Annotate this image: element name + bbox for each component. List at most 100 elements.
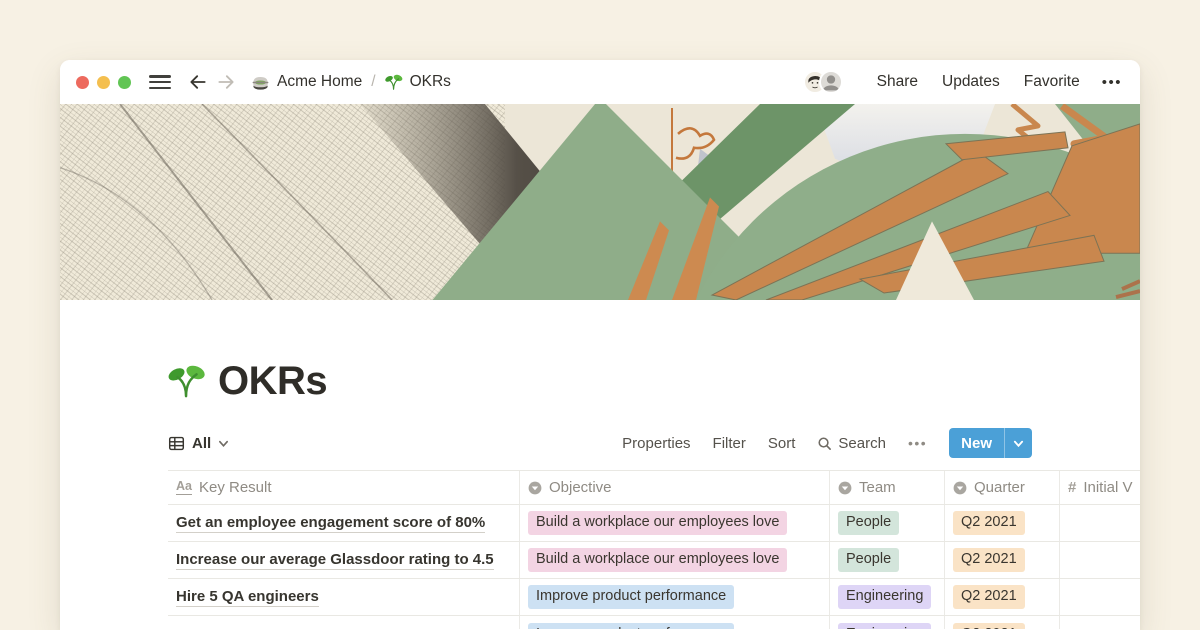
column-header-team[interactable]: Team — [830, 471, 945, 504]
page-header: OKRs — [168, 356, 1032, 406]
table-row-partial: Improve product performance Engineering … — [168, 616, 1140, 629]
chevron-down-icon — [1013, 438, 1024, 449]
cover-image — [60, 104, 1140, 300]
quarter-tag[interactable]: Q2 2021 — [953, 585, 1025, 609]
app-window: Acme Home / OKRs — [60, 60, 1140, 630]
page-content: OKRs All Properties Filter Sort — [60, 356, 1140, 629]
objective-cell[interactable]: Improve product performance — [520, 616, 830, 629]
breadcrumb: Acme Home / OKRs — [251, 73, 451, 92]
titlebar-actions: Share Updates Favorite ••• — [803, 70, 1122, 94]
column-label: Team — [859, 479, 896, 496]
search-icon — [817, 436, 832, 451]
traffic-lights — [76, 76, 131, 89]
objective-cell[interactable]: Improve product performance — [520, 579, 830, 615]
pot-of-food-icon — [251, 73, 270, 92]
team-tag[interactable]: Engineering — [838, 585, 931, 609]
objective-tag[interactable]: Improve product performance — [528, 585, 734, 609]
key-result-title[interactable]: Hire 5 QA engineers — [176, 588, 319, 607]
page-title: OKRs — [218, 359, 327, 404]
quarter-tag[interactable]: Q2 2021 — [953, 623, 1025, 629]
key-result-cell[interactable]: Increase our average Glassdoor rating to… — [168, 542, 520, 578]
properties-button[interactable]: Properties — [622, 435, 690, 452]
breadcrumb-separator: / — [369, 73, 377, 91]
view-toolbar: All Properties Filter Sort Search ••• Ne… — [168, 427, 1032, 459]
page-seedling-icon — [168, 362, 206, 400]
view-more-options-icon[interactable]: ••• — [908, 435, 927, 451]
quarter-cell[interactable]: Q2 2021 — [945, 579, 1060, 615]
sidebar-menu-icon[interactable] — [149, 75, 171, 89]
table-row: Increase our average Glassdoor rating to… — [168, 542, 1140, 579]
key-result-title[interactable]: Get an employee engagement score of 80% — [176, 514, 485, 533]
forward-arrow-icon[interactable] — [215, 71, 237, 93]
number-property-icon: # — [1068, 479, 1076, 496]
team-tag[interactable]: People — [838, 511, 899, 535]
initial-value-cell[interactable] — [1060, 505, 1140, 541]
key-result-cell[interactable]: Get an employee engagement score of 80% — [168, 505, 520, 541]
key-result-cell[interactable] — [168, 616, 520, 629]
breadcrumb-page[interactable]: OKRs — [410, 73, 451, 91]
quarter-cell[interactable]: Q2 2021 — [945, 505, 1060, 541]
quarter-tag[interactable]: Q2 2021 — [953, 548, 1025, 572]
column-label: Key Result — [199, 479, 272, 496]
column-header-quarter[interactable]: Quarter — [945, 471, 1060, 504]
team-cell[interactable]: People — [830, 542, 945, 578]
quarter-cell[interactable]: Q2 2021 — [945, 616, 1060, 629]
objective-tag[interactable]: Improve product performance — [528, 623, 734, 629]
favorite-button[interactable]: Favorite — [1012, 73, 1092, 91]
view-label: All — [192, 435, 211, 452]
title-property-icon: Aa — [176, 480, 192, 496]
breadcrumb-workspace[interactable]: Acme Home — [277, 73, 362, 91]
avatar-user-2[interactable] — [819, 70, 843, 94]
select-property-icon — [838, 481, 852, 495]
select-property-icon — [528, 481, 542, 495]
select-property-icon — [953, 481, 967, 495]
updates-button[interactable]: Updates — [930, 73, 1012, 91]
initial-value-cell[interactable] — [1060, 616, 1140, 629]
titlebar: Acme Home / OKRs — [60, 60, 1140, 104]
key-result-cell[interactable]: Hire 5 QA engineers — [168, 579, 520, 615]
new-button-label[interactable]: New — [949, 428, 1004, 458]
column-header-key-result[interactable]: Aa Key Result — [168, 471, 520, 504]
more-options-icon[interactable]: ••• — [1092, 74, 1122, 91]
initial-value-cell[interactable] — [1060, 579, 1140, 615]
filter-button[interactable]: Filter — [713, 435, 746, 452]
objective-cell[interactable]: Build a workplace our employees love — [520, 505, 830, 541]
collaborator-avatars — [803, 70, 843, 94]
team-cell[interactable]: Engineering — [830, 616, 945, 629]
quarter-cell[interactable]: Q2 2021 — [945, 542, 1060, 578]
table-row: Hire 5 QA engineers Improve product perf… — [168, 579, 1140, 616]
column-label: Objective — [549, 479, 612, 496]
seedling-icon — [385, 73, 403, 91]
column-header-objective[interactable]: Objective — [520, 471, 830, 504]
view-switcher-all[interactable]: All — [168, 435, 229, 452]
zoom-window-button[interactable] — [118, 76, 131, 89]
chevron-down-icon — [218, 438, 229, 449]
search-button[interactable]: Search — [817, 435, 886, 452]
column-header-initial-value[interactable]: # Initial V — [1060, 471, 1140, 504]
team-tag[interactable]: People — [838, 548, 899, 572]
key-result-title[interactable]: Increase our average Glassdoor rating to… — [176, 551, 494, 570]
table-row: Get an employee engagement score of 80% … — [168, 505, 1140, 542]
back-arrow-icon[interactable] — [187, 71, 209, 93]
team-cell[interactable]: Engineering — [830, 579, 945, 615]
team-tag[interactable]: Engineering — [838, 623, 931, 629]
column-label: Initial V — [1083, 479, 1132, 496]
table-header-row: Aa Key Result Objective Team Quarter — [168, 471, 1140, 505]
new-button[interactable]: New — [949, 428, 1032, 458]
okr-table: Aa Key Result Objective Team Quarter — [168, 470, 1140, 629]
toolbar-actions: Properties Filter Sort Search ••• New — [622, 428, 1032, 458]
quarter-tag[interactable]: Q2 2021 — [953, 511, 1025, 535]
minimize-window-button[interactable] — [97, 76, 110, 89]
share-button[interactable]: Share — [865, 73, 930, 91]
search-label: Search — [838, 435, 886, 452]
canvas-background: Acme Home / OKRs — [0, 0, 1200, 630]
close-window-button[interactable] — [76, 76, 89, 89]
objective-tag[interactable]: Build a workplace our employees love — [528, 548, 787, 572]
team-cell[interactable]: People — [830, 505, 945, 541]
sort-button[interactable]: Sort — [768, 435, 796, 452]
new-button-dropdown[interactable] — [1004, 428, 1032, 458]
objective-cell[interactable]: Build a workplace our employees love — [520, 542, 830, 578]
table-grid-icon — [168, 435, 185, 452]
initial-value-cell[interactable] — [1060, 542, 1140, 578]
objective-tag[interactable]: Build a workplace our employees love — [528, 511, 787, 535]
